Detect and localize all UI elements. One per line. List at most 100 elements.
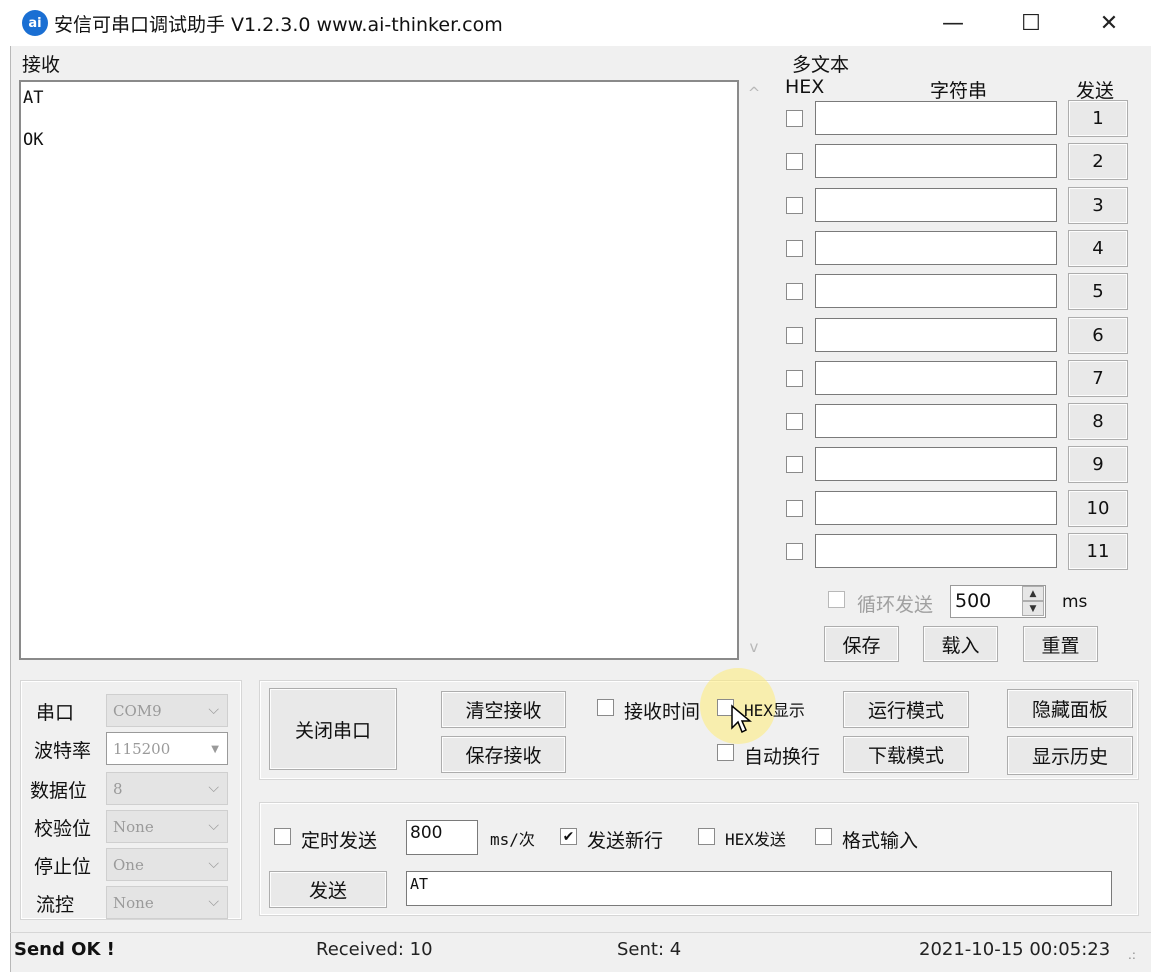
multitext-send-button-8[interactable]: 8 — [1068, 403, 1128, 441]
multitext-hex-checkbox[interactable] — [786, 543, 803, 560]
format-input-label: 格式输入 — [842, 830, 919, 852]
spin-up-icon[interactable]: ▲ — [1022, 586, 1044, 601]
multitext-hex-checkbox[interactable] — [786, 153, 803, 171]
multitext-string-input[interactable] — [815, 447, 1057, 482]
scroll-up-icon[interactable]: ^ — [741, 84, 767, 102]
hide-panel-button[interactable]: 隐藏面板 — [1007, 689, 1133, 728]
auto-wrap-checkbox[interactable] — [717, 744, 734, 761]
multitext-title: 多文本 — [792, 54, 850, 76]
multitext-send-button-7[interactable]: 7 — [1068, 359, 1128, 397]
receive-scrollbar[interactable]: ^ v — [741, 80, 767, 660]
multitext-string-input[interactable] — [815, 230, 1057, 265]
multitext-hex-checkbox[interactable] — [786, 456, 803, 474]
multitext-send-header: 发送 — [1076, 80, 1115, 102]
multitext-hex-checkbox[interactable] — [786, 369, 803, 387]
spin-down-icon[interactable]: ▼ — [1022, 601, 1044, 616]
stopbits-select-value: One — [113, 855, 144, 874]
resize-grip-icon[interactable]: .: — [1128, 948, 1136, 962]
multitext-load-button[interactable]: 载入 — [923, 626, 998, 662]
hex-display-label-text: HEX显示 — [744, 701, 805, 720]
close-window-button[interactable]: ✕ — [1070, 0, 1148, 46]
show-history-button[interactable]: 显示历史 — [1007, 736, 1133, 775]
parity-select[interactable]: None ⌵ — [106, 810, 228, 843]
timed-unit-text: ms/次 — [490, 830, 535, 849]
multitext-send-button-5[interactable]: 5 — [1068, 273, 1128, 311]
multitext-send-button-9[interactable]: 9 — [1068, 446, 1128, 484]
status-received: Received: 10 — [316, 939, 433, 960]
timed-send-checkbox[interactable] — [274, 828, 291, 845]
chevron-down-icon: ⌵ — [208, 894, 219, 910]
checkmark-icon: ✔ — [562, 828, 575, 845]
hex-display-label: HEX显示 — [744, 697, 805, 721]
receive-time-checkbox[interactable] — [597, 699, 614, 716]
receive-textarea[interactable]: AT OK — [19, 80, 739, 660]
send-newline-label: 发送新行 — [587, 830, 664, 852]
chevron-down-icon: ⌵ — [208, 856, 219, 872]
multitext-string-input[interactable] — [815, 360, 1057, 395]
multitext-hex-checkbox[interactable] — [786, 413, 803, 431]
close-port-button[interactable]: 关闭串口 — [269, 688, 397, 770]
databits-select[interactable]: 8 ⌵ — [106, 772, 228, 805]
scroll-down-icon[interactable]: v — [741, 638, 767, 656]
multitext-string-input[interactable] — [815, 317, 1057, 352]
multitext-hex-checkbox[interactable] — [786, 283, 803, 301]
multitext-hex-checkbox[interactable] — [786, 196, 803, 214]
status-message: Send OK ! — [14, 939, 115, 960]
app-logo-icon: ai — [22, 10, 48, 36]
multitext-hex-checkbox[interactable] — [786, 499, 803, 517]
multitext-hex-header: HEX — [785, 76, 825, 98]
multitext-send-button-2[interactable]: 2 — [1068, 143, 1128, 181]
baud-select[interactable]: 115200 ▼ — [106, 732, 228, 765]
minimize-button[interactable]: — — [914, 0, 992, 46]
flow-label: 流控 — [36, 894, 75, 916]
multitext-send-button-4[interactable]: 4 — [1068, 229, 1128, 267]
parity-label: 校验位 — [34, 818, 92, 840]
loop-interval-spinbox[interactable]: 500 ▲ ▼ — [950, 585, 1046, 618]
auto-wrap-label: 自动换行 — [744, 746, 821, 768]
multitext-string-input[interactable] — [815, 101, 1057, 135]
multitext-send-button-3[interactable]: 3 — [1068, 186, 1128, 224]
multitext-send-button-6[interactable]: 6 — [1068, 316, 1128, 354]
title-bar[interactable]: ai 安信可串口调试助手 V1.2.3.0 www.ai-thinker.com… — [10, 0, 1151, 46]
multitext-string-input[interactable] — [815, 144, 1057, 179]
download-mode-button[interactable]: 下载模式 — [843, 736, 969, 773]
receive-time-label: 接收时间 — [624, 701, 701, 723]
maximize-button[interactable]: ☐ — [992, 0, 1070, 46]
multitext-string-input[interactable] — [815, 404, 1057, 439]
port-select[interactable]: COM9 ⌵ — [106, 694, 228, 727]
receive-line: AT — [23, 88, 44, 108]
multitext-hex-checkbox[interactable] — [786, 110, 803, 127]
send-button[interactable]: 发送 — [269, 871, 387, 908]
save-receive-button[interactable]: 保存接收 — [441, 736, 566, 773]
multitext-string-input[interactable] — [815, 534, 1057, 568]
multitext-string-input[interactable] — [815, 490, 1057, 525]
hex-send-label: HEX发送 — [725, 826, 786, 850]
databits-label: 数据位 — [30, 780, 88, 802]
chevron-down-icon: ⌵ — [208, 818, 219, 834]
multitext-hex-checkbox[interactable] — [786, 239, 803, 257]
timed-interval-input[interactable]: 800 — [406, 820, 478, 855]
format-input-checkbox[interactable] — [815, 828, 832, 845]
hex-send-checkbox[interactable] — [698, 828, 715, 845]
send-text-input[interactable]: AT — [406, 871, 1112, 906]
multitext-hex-checkbox[interactable] — [786, 326, 803, 344]
clear-receive-button[interactable]: 清空接收 — [441, 691, 566, 728]
multitext-send-button-1[interactable]: 1 — [1068, 100, 1128, 137]
multitext-send-button-10[interactable]: 10 — [1068, 489, 1128, 527]
multitext-string-input[interactable] — [815, 187, 1057, 222]
window-title: 安信可串口调试助手 V1.2.3.0 www.ai-thinker.com — [54, 14, 503, 36]
stopbits-select[interactable]: One ⌵ — [106, 848, 228, 881]
loop-send-checkbox[interactable] — [828, 591, 845, 608]
run-mode-button[interactable]: 运行模式 — [843, 691, 969, 728]
loop-send-label: 循环发送 — [857, 594, 934, 616]
send-newline-checkbox[interactable]: ✔ — [560, 828, 577, 845]
timed-send-label: 定时发送 — [301, 830, 378, 852]
status-divider — [10, 932, 1151, 933]
multitext-save-button[interactable]: 保存 — [824, 626, 899, 662]
multitext-send-button-11[interactable]: 11 — [1068, 533, 1128, 570]
databits-select-value: 8 — [113, 779, 123, 798]
port-label: 串口 — [36, 702, 75, 724]
multitext-string-input[interactable] — [815, 274, 1057, 309]
multitext-reset-button[interactable]: 重置 — [1023, 626, 1098, 662]
flow-select[interactable]: None ⌵ — [106, 886, 228, 919]
